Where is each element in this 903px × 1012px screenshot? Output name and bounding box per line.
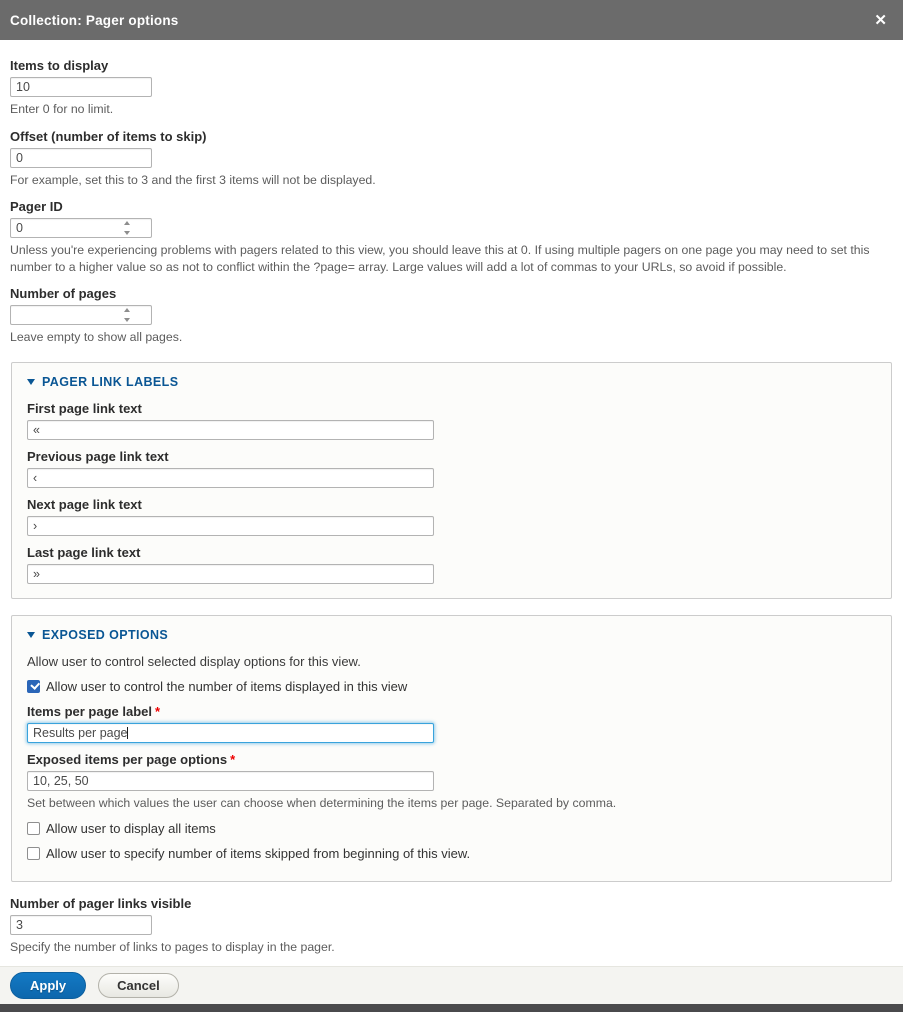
display-all-checkbox[interactable] bbox=[27, 822, 40, 835]
field-exposed-items-options: Exposed items per page options* Set betw… bbox=[27, 752, 876, 812]
last-page-link-input[interactable] bbox=[27, 564, 434, 584]
exposed-items-options-help: Set between which values the user can ch… bbox=[27, 795, 876, 812]
pager-id-help: Unless you're experiencing problems with… bbox=[10, 242, 890, 275]
specify-skipped-checkbox[interactable] bbox=[27, 847, 40, 860]
collapse-triangle-icon bbox=[27, 632, 35, 638]
first-page-link-label: First page link text bbox=[27, 401, 876, 416]
number-of-pager-links-input[interactable] bbox=[10, 915, 152, 935]
exposed-items-options-input[interactable] bbox=[27, 771, 434, 791]
legend-text: EXPOSED OPTIONS bbox=[42, 628, 168, 642]
number-of-pages-help: Leave empty to show all pages. bbox=[10, 329, 890, 346]
field-pager-id: Pager ID Unless you're experiencing prob… bbox=[10, 199, 893, 275]
field-first-page-link-text: First page link text bbox=[27, 401, 876, 440]
number-of-pages-label: Number of pages bbox=[10, 286, 893, 301]
pager-link-labels-legend[interactable]: PAGER LINK LABELS bbox=[27, 375, 876, 389]
items-per-page-label: Items per page label* bbox=[27, 704, 876, 719]
checkbox-row-specify-skipped: Allow user to specify number of items sk… bbox=[27, 846, 876, 861]
next-page-link-label: Next page link text bbox=[27, 497, 876, 512]
first-page-link-input[interactable] bbox=[27, 420, 434, 440]
label-text: Items per page label bbox=[27, 704, 152, 719]
field-previous-page-link-text: Previous page link text bbox=[27, 449, 876, 488]
dialog-title: Collection: Pager options bbox=[10, 13, 870, 28]
legend-text: PAGER LINK LABELS bbox=[42, 375, 178, 389]
offset-input[interactable] bbox=[10, 148, 152, 168]
apply-button[interactable]: Apply bbox=[10, 972, 86, 1000]
required-marker: * bbox=[155, 704, 160, 719]
page-background-strip bbox=[0, 1004, 903, 1012]
items-to-display-label: Items to display bbox=[10, 58, 893, 73]
field-last-page-link-text: Last page link text bbox=[27, 545, 876, 584]
control-items-checkbox[interactable] bbox=[27, 680, 40, 693]
items-to-display-input[interactable] bbox=[10, 77, 152, 97]
dialog-titlebar[interactable]: Collection: Pager options ✕ bbox=[0, 0, 903, 40]
pager-id-label: Pager ID bbox=[10, 199, 893, 214]
exposed-items-options-label: Exposed items per page options* bbox=[27, 752, 876, 767]
last-page-link-label: Last page link text bbox=[27, 545, 876, 560]
close-icon[interactable]: ✕ bbox=[870, 11, 891, 30]
dialog-buttonpane: Apply Cancel bbox=[0, 966, 903, 1004]
field-number-of-pager-links: Number of pager links visible Specify th… bbox=[10, 896, 893, 956]
display-all-checkbox-label[interactable]: Allow user to display all items bbox=[46, 821, 216, 836]
number-spinner-icon[interactable] bbox=[122, 308, 132, 322]
number-of-pager-links-help: Specify the number of links to pages to … bbox=[10, 939, 890, 956]
field-number-of-pages: Number of pages Leave empty to show all … bbox=[10, 286, 893, 346]
next-page-link-input[interactable] bbox=[27, 516, 434, 536]
exposed-options-intro: Allow user to control selected display o… bbox=[27, 654, 876, 669]
offset-label: Offset (number of items to skip) bbox=[10, 129, 893, 144]
offset-help: For example, set this to 3 and the first… bbox=[10, 172, 890, 189]
field-offset: Offset (number of items to skip) For exa… bbox=[10, 129, 893, 189]
items-per-page-label-input[interactable] bbox=[27, 723, 434, 743]
cancel-button[interactable]: Cancel bbox=[98, 973, 179, 999]
fieldset-exposed-options: EXPOSED OPTIONS Allow user to control se… bbox=[11, 615, 892, 882]
control-items-checkbox-label[interactable]: Allow user to control the number of item… bbox=[46, 679, 407, 694]
text-caret bbox=[127, 727, 128, 739]
exposed-options-legend[interactable]: EXPOSED OPTIONS bbox=[27, 628, 876, 642]
field-items-to-display: Items to display Enter 0 for no limit. bbox=[10, 58, 893, 118]
dialog-content: Items to display Enter 0 for no limit. O… bbox=[0, 40, 903, 966]
previous-page-link-label: Previous page link text bbox=[27, 449, 876, 464]
field-items-per-page-label: Items per page label* bbox=[27, 704, 876, 743]
previous-page-link-input[interactable] bbox=[27, 468, 434, 488]
specify-skipped-checkbox-label[interactable]: Allow user to specify number of items sk… bbox=[46, 846, 470, 861]
checkbox-row-display-all: Allow user to display all items bbox=[27, 821, 876, 836]
required-marker: * bbox=[230, 752, 235, 767]
items-to-display-help: Enter 0 for no limit. bbox=[10, 101, 890, 118]
collapse-triangle-icon bbox=[27, 379, 35, 385]
field-next-page-link-text: Next page link text bbox=[27, 497, 876, 536]
checkbox-row-control-items: Allow user to control the number of item… bbox=[27, 679, 876, 694]
fieldset-pager-link-labels: PAGER LINK LABELS First page link text P… bbox=[11, 362, 892, 599]
number-of-pager-links-label: Number of pager links visible bbox=[10, 896, 893, 911]
label-text: Exposed items per page options bbox=[27, 752, 227, 767]
number-spinner-icon[interactable] bbox=[122, 221, 132, 235]
